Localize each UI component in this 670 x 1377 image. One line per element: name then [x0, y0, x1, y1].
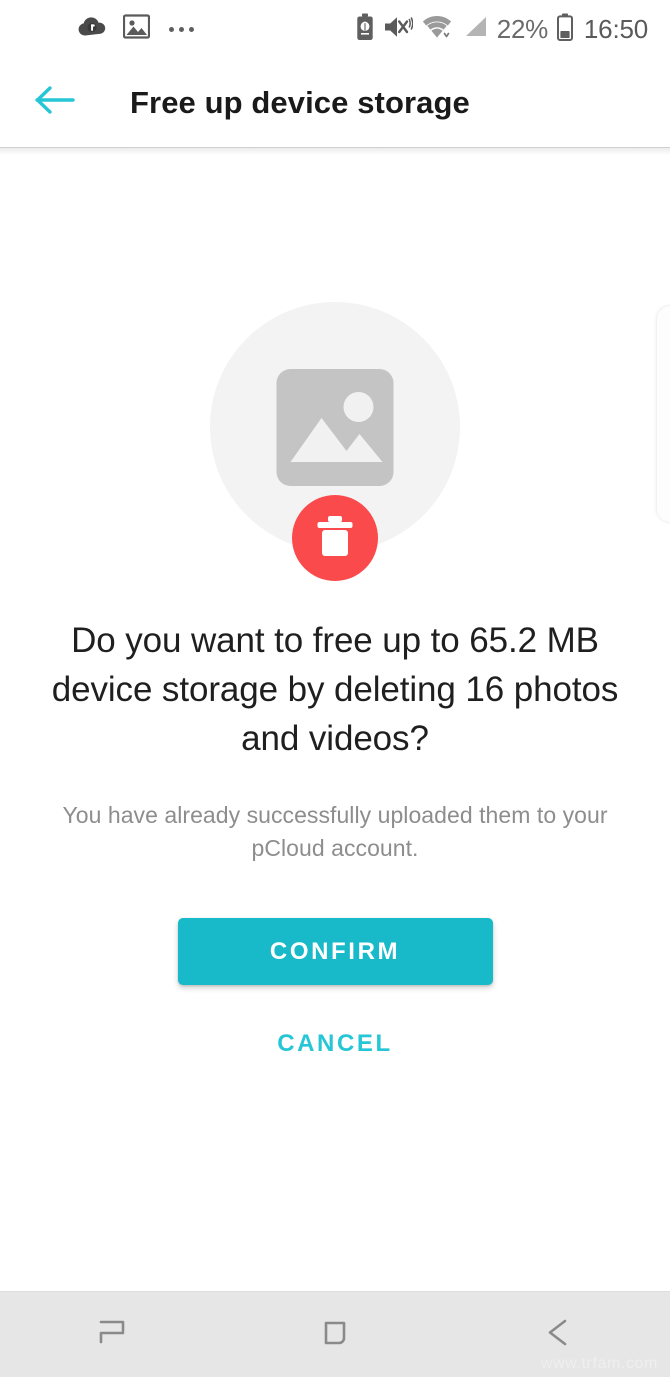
dialog-content: Do you want to free up to 65.2 MB device…: [0, 147, 670, 1291]
battery-percent-label: 22%: [496, 13, 548, 44]
status-bar-clock: 16:50: [583, 13, 648, 44]
page-title: Free up device storage: [130, 84, 470, 120]
pcloud-notification-icon: [78, 15, 106, 44]
home-square-icon: [313, 1310, 357, 1359]
nav-back-icon: [536, 1310, 580, 1359]
gallery-notification-icon: [122, 13, 151, 45]
trash-icon: [315, 514, 355, 563]
back-button[interactable]: [30, 77, 82, 129]
mute-vibrate-icon: [383, 14, 414, 45]
app-bar: Free up device storage: [0, 58, 670, 147]
battery-saver-icon: [356, 13, 374, 46]
delete-badge: [292, 495, 378, 581]
battery-level-icon: [556, 13, 573, 46]
recents-icon: [90, 1310, 134, 1359]
confirm-button[interactable]: CONFIRM: [177, 918, 493, 985]
android-navigation-bar: www.trfam.com: [0, 1291, 670, 1377]
wifi-icon: [422, 14, 453, 45]
status-bar-notifications: [78, 13, 194, 45]
more-notifications-icon: [167, 26, 194, 32]
cancel-button[interactable]: CANCEL: [178, 1018, 493, 1070]
app-bar-shadow: [0, 147, 670, 155]
edge-panel-handle[interactable]: [656, 305, 670, 523]
cellular-signal-icon: [462, 15, 488, 44]
home-button[interactable]: [223, 1292, 446, 1377]
status-bar-system-icons: 22% 16:50: [356, 13, 648, 46]
watermark: www.trfam.com: [540, 1355, 658, 1372]
subtext: You have already successfully uploaded t…: [62, 802, 608, 861]
phone-screen: 22% 16:50 Free up device storage Do you …: [0, 0, 670, 1377]
status-bar: 22% 16:50: [0, 0, 670, 58]
headline-text: Do you want to free up to 65.2 MB device…: [51, 621, 619, 758]
image-placeholder-icon: [276, 369, 394, 491]
arrow-left-icon: [34, 83, 78, 122]
storage-illustration: [210, 302, 460, 581]
recents-button[interactable]: [0, 1292, 223, 1377]
